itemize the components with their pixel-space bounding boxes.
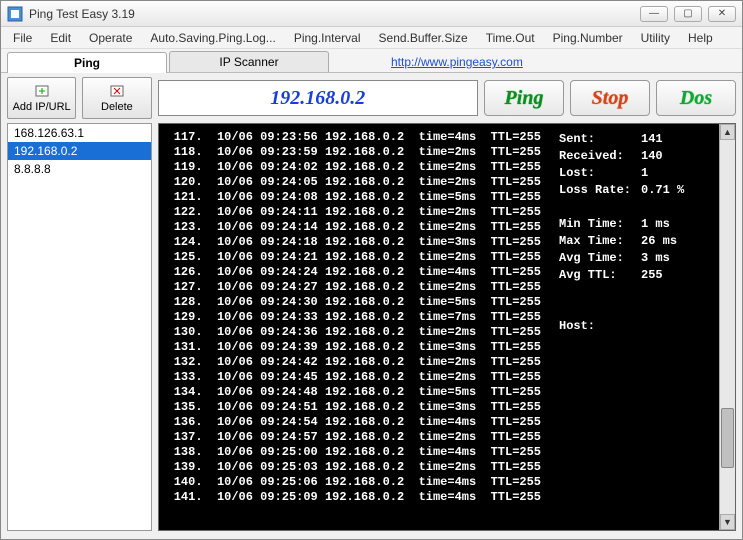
max-value: 26 ms xyxy=(641,234,692,249)
menu-item-time-out[interactable]: Time.Out xyxy=(478,29,543,47)
avgttl-value: 255 xyxy=(641,268,692,283)
host-value xyxy=(641,319,692,334)
add-ip-label: Add IP/URL xyxy=(13,101,71,113)
max-label: Max Time: xyxy=(559,234,639,249)
close-button[interactable]: ✕ xyxy=(708,6,736,22)
lossrate-value: 0.71 % xyxy=(641,183,692,198)
menu-item-send-buffer-size[interactable]: Send.Buffer.Size xyxy=(371,29,476,47)
stats-panel: Sent:141 Received:140 Lost:1 Loss Rate:0… xyxy=(549,124,719,530)
scroll-thumb[interactable] xyxy=(721,408,734,468)
tab-ping[interactable]: Ping xyxy=(7,52,167,73)
lost-label: Lost: xyxy=(559,166,639,181)
stop-button[interactable]: Stop xyxy=(570,80,650,116)
scroll-down-arrow[interactable]: ▼ xyxy=(720,514,735,530)
menu-item-auto-saving-ping-log-[interactable]: Auto.Saving.Ping.Log... xyxy=(142,29,283,47)
menubar: FileEditOperateAuto.Saving.Ping.Log...Pi… xyxy=(1,27,742,49)
log-output: 117. 10/06 09:23:56 192.168.0.2 time=4ms… xyxy=(159,124,549,530)
current-ip-display[interactable]: 192.168.0.2 xyxy=(158,80,478,116)
homepage-link[interactable]: http://www.pingeasy.com xyxy=(371,52,543,72)
menu-item-file[interactable]: File xyxy=(5,29,40,47)
menu-item-utility[interactable]: Utility xyxy=(633,29,678,47)
scroll-up-arrow[interactable]: ▲ xyxy=(720,124,735,140)
minimize-button[interactable]: — xyxy=(640,6,668,22)
lost-value: 1 xyxy=(641,166,692,181)
lossrate-label: Loss Rate: xyxy=(559,183,639,198)
avg-label: Avg Time: xyxy=(559,251,639,266)
right-panel: 192.168.0.2 Ping Stop Dos 117. 10/06 09:… xyxy=(158,77,736,531)
tabbar: Ping IP Scanner http://www.pingeasy.com xyxy=(1,49,742,73)
sent-value: 141 xyxy=(641,132,692,147)
menu-item-edit[interactable]: Edit xyxy=(42,29,79,47)
dos-button[interactable]: Dos xyxy=(656,80,736,116)
recv-label: Received: xyxy=(559,149,639,164)
ip-list-item[interactable]: 168.126.63.1 xyxy=(8,124,151,142)
recv-value: 140 xyxy=(641,149,692,164)
add-ip-button[interactable]: Add IP/URL xyxy=(7,77,76,119)
console-scrollbar[interactable]: ▲ ▼ xyxy=(719,124,735,530)
min-value: 1 ms xyxy=(641,217,692,232)
ping-button[interactable]: Ping xyxy=(484,80,564,116)
ip-list[interactable]: 168.126.63.1192.168.0.28.8.8.8 xyxy=(7,123,152,531)
app-icon xyxy=(7,6,23,22)
menu-item-ping-number[interactable]: Ping.Number xyxy=(545,29,631,47)
avg-value: 3 ms xyxy=(641,251,692,266)
menu-item-operate[interactable]: Operate xyxy=(81,29,140,47)
sent-label: Sent: xyxy=(559,132,639,147)
window-title: Ping Test Easy 3.19 xyxy=(29,7,640,21)
maximize-button[interactable]: ▢ xyxy=(674,6,702,22)
add-icon xyxy=(34,83,50,99)
menu-item-ping-interval[interactable]: Ping.Interval xyxy=(286,29,369,47)
avgttl-label: Avg TTL: xyxy=(559,268,639,283)
ip-list-item[interactable]: 8.8.8.8 xyxy=(8,160,151,178)
tab-ipscanner[interactable]: IP Scanner xyxy=(169,51,329,72)
left-panel: Add IP/URL Delete 168.126.63.1192.168.0.… xyxy=(7,77,152,531)
delete-label: Delete xyxy=(101,101,133,113)
delete-icon xyxy=(109,83,125,99)
titlebar: Ping Test Easy 3.19 — ▢ ✕ xyxy=(1,1,742,27)
host-label: Host: xyxy=(559,319,639,334)
ip-list-item[interactable]: 192.168.0.2 xyxy=(8,142,151,160)
console: 117. 10/06 09:23:56 192.168.0.2 time=4ms… xyxy=(158,123,736,531)
min-label: Min Time: xyxy=(559,217,639,232)
menu-item-help[interactable]: Help xyxy=(680,29,721,47)
delete-button[interactable]: Delete xyxy=(82,77,151,119)
